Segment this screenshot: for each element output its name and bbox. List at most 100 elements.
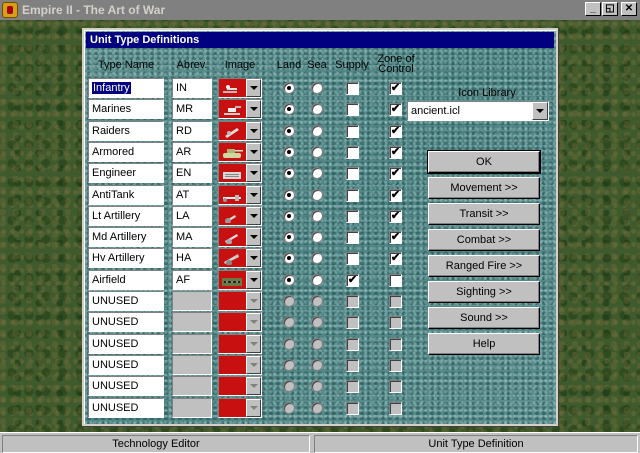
unit-abbrev-field[interactable]: AF — [172, 269, 212, 290]
zone-of-control-checkbox[interactable]: ✔ — [389, 124, 402, 138]
sea-radio[interactable] — [311, 209, 323, 222]
unit-image-select[interactable] — [218, 312, 262, 333]
unit-image-select[interactable] — [218, 99, 262, 120]
unit-abbrev-field[interactable] — [172, 333, 212, 354]
unit-image-select[interactable] — [218, 397, 262, 418]
unit-name-field[interactable]: Airfield — [88, 269, 164, 290]
sea-radio[interactable] — [311, 103, 323, 116]
zone-of-control-checkbox[interactable]: ✔ — [389, 82, 402, 95]
unit-image-select[interactable] — [218, 269, 262, 290]
unit-abbrev-field[interactable]: AR — [172, 141, 212, 162]
sea-radio[interactable] — [311, 295, 323, 307]
land-radio[interactable] — [283, 337, 295, 350]
sea-radio[interactable] — [311, 145, 323, 158]
chevron-down-icon[interactable] — [246, 228, 261, 247]
sea-radio[interactable] — [311, 337, 323, 350]
land-radio[interactable] — [283, 188, 295, 201]
supply-checkbox[interactable] — [346, 145, 359, 159]
supply-checkbox[interactable] — [346, 209, 359, 223]
chevron-down-icon[interactable] — [246, 313, 261, 332]
chevron-down-icon[interactable] — [246, 270, 261, 289]
land-radio[interactable] — [283, 124, 295, 137]
supply-checkbox[interactable] — [346, 401, 359, 415]
maximize-button[interactable]: ◱ — [602, 2, 618, 16]
sea-radio[interactable] — [311, 380, 323, 393]
unit-image-select[interactable] — [218, 248, 262, 269]
supply-checkbox[interactable] — [346, 380, 359, 394]
ranged-fire-button[interactable]: Ranged Fire >> — [428, 255, 540, 277]
unit-abbrev-field[interactable]: RD — [172, 120, 212, 141]
unit-name-field[interactable]: Raiders — [88, 120, 164, 141]
supply-checkbox[interactable] — [346, 103, 359, 117]
unit-name-field[interactable]: Md Artillery — [88, 227, 164, 248]
sea-radio[interactable] — [311, 231, 323, 244]
supply-checkbox[interactable]: ✔ — [346, 273, 359, 287]
chevron-down-icon[interactable] — [246, 292, 261, 310]
close-button[interactable]: ✕ — [621, 2, 637, 16]
combat-button[interactable]: Combat >> — [428, 229, 540, 251]
supply-checkbox[interactable] — [346, 124, 359, 138]
land-radio[interactable] — [283, 231, 295, 244]
land-radio[interactable] — [283, 82, 295, 94]
chevron-down-icon[interactable] — [246, 334, 261, 353]
unit-image-select[interactable] — [218, 376, 262, 397]
unit-name-field[interactable]: UNUSED — [88, 291, 164, 311]
supply-checkbox[interactable] — [346, 337, 359, 351]
land-radio[interactable] — [283, 273, 295, 286]
supply-checkbox[interactable] — [346, 295, 359, 308]
zone-of-control-checkbox[interactable]: ✔ — [389, 145, 402, 159]
chevron-down-icon[interactable] — [246, 377, 261, 396]
zone-of-control-checkbox[interactable]: ✔ — [389, 252, 402, 266]
chevron-down-icon[interactable] — [246, 142, 261, 161]
chevron-down-icon[interactable] — [246, 164, 261, 183]
supply-checkbox[interactable] — [346, 316, 359, 330]
zone-of-control-checkbox[interactable]: ✔ — [389, 188, 402, 202]
status-unit-type-definition[interactable]: Unit Type Definition — [314, 435, 638, 453]
unit-image-select[interactable] — [218, 354, 262, 375]
supply-checkbox[interactable] — [346, 231, 359, 245]
zone-of-control-checkbox[interactable] — [389, 380, 402, 394]
ok-button[interactable]: OK — [427, 150, 541, 174]
sea-radio[interactable] — [311, 401, 323, 414]
status-technology-editor[interactable]: Technology Editor — [2, 435, 310, 453]
unit-abbrev-field[interactable] — [172, 291, 212, 311]
unit-abbrev-field[interactable]: HA — [172, 248, 212, 269]
unit-image-select[interactable] — [218, 291, 262, 311]
sea-radio[interactable] — [311, 273, 323, 286]
sea-radio[interactable] — [311, 316, 323, 329]
unit-abbrev-field[interactable] — [172, 312, 212, 333]
land-radio[interactable] — [283, 401, 295, 414]
unit-abbrev-field[interactable] — [172, 397, 212, 418]
unit-name-field[interactable]: UNUSED — [88, 397, 164, 418]
unit-image-select[interactable] — [218, 227, 262, 248]
unit-image-select[interactable] — [218, 205, 262, 226]
zone-of-control-checkbox[interactable] — [389, 358, 402, 372]
unit-name-field[interactable]: Engineer — [88, 163, 164, 184]
unit-abbrev-field[interactable]: AT — [172, 184, 212, 205]
zone-of-control-checkbox[interactable]: ✔ — [389, 209, 402, 223]
unit-name-field[interactable]: UNUSED — [88, 354, 164, 375]
zone-of-control-checkbox[interactable]: ✔ — [389, 167, 402, 181]
unit-abbrev-field[interactable]: MA — [172, 227, 212, 248]
land-radio[interactable] — [283, 209, 295, 222]
help-button[interactable]: Help — [428, 333, 540, 355]
land-radio[interactable] — [283, 295, 295, 307]
unit-image-select[interactable] — [218, 184, 262, 205]
supply-checkbox[interactable] — [346, 252, 359, 266]
zone-of-control-checkbox[interactable] — [389, 316, 402, 330]
zone-of-control-checkbox[interactable]: ✔ — [389, 103, 402, 117]
sound-button[interactable]: Sound >> — [428, 307, 540, 329]
chevron-down-icon[interactable] — [246, 249, 261, 268]
unit-image-select[interactable] — [218, 163, 262, 184]
unit-name-field[interactable]: Infantry — [88, 78, 164, 98]
unit-image-select[interactable] — [218, 141, 262, 162]
sighting-button[interactable]: Sighting >> — [428, 281, 540, 303]
transit-button[interactable]: Transit >> — [428, 203, 540, 225]
chevron-down-icon[interactable] — [246, 79, 261, 97]
chevron-down-icon[interactable] — [246, 100, 261, 119]
icon-library-select[interactable]: ancient.icl — [407, 101, 549, 121]
minimize-button[interactable]: _ — [585, 2, 601, 16]
sea-radio[interactable] — [311, 252, 323, 265]
supply-checkbox[interactable] — [346, 188, 359, 202]
unit-name-field[interactable]: Lt Artillery — [88, 205, 164, 226]
